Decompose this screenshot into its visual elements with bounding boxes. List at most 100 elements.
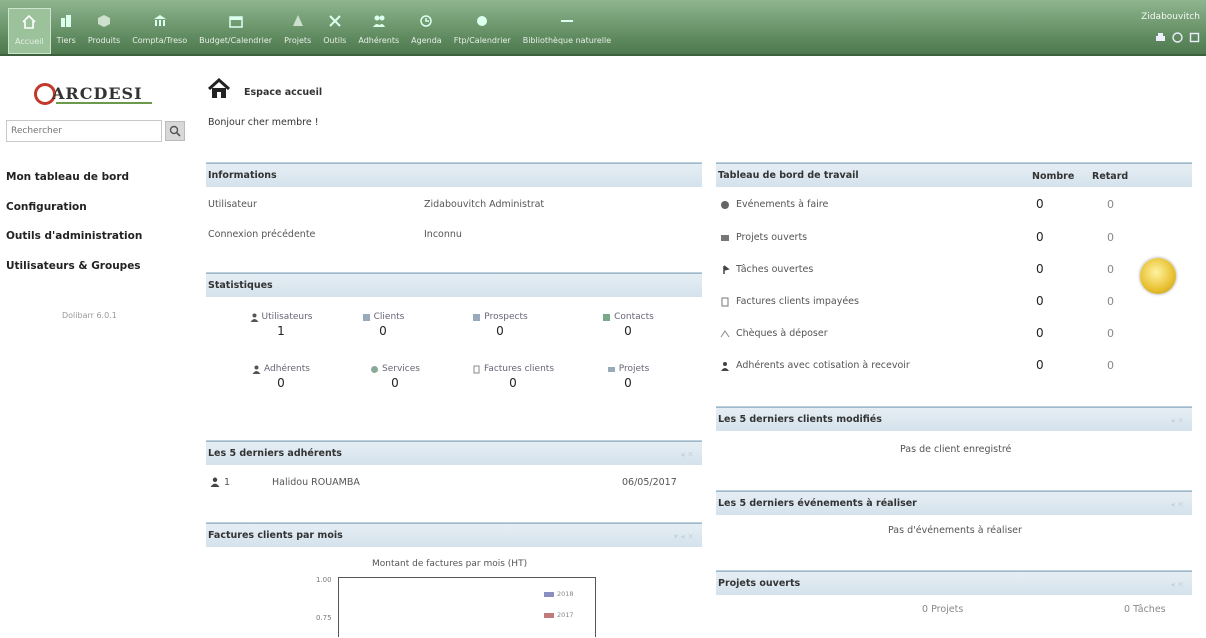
user-name[interactable]: Zidabouvitch bbox=[1141, 12, 1200, 22]
tb-row-factures[interactable]: Factures clients impayées 0 0 bbox=[720, 294, 1180, 312]
stat-factures-clients[interactable]: Factures clients 0 bbox=[468, 364, 558, 390]
evenements-box: Les 5 derniers événements à réaliser ◂ ✕ bbox=[716, 490, 1192, 515]
services-icon bbox=[371, 365, 379, 373]
home-icon bbox=[21, 13, 37, 31]
evenements-header: Les 5 derniers événements à réaliser ◂ ✕ bbox=[716, 491, 1192, 515]
informations-header: Informations bbox=[206, 163, 702, 187]
info-user-value: Zidabouvitch Administrat bbox=[424, 199, 545, 210]
search-button[interactable] bbox=[165, 121, 185, 141]
menu-item-bibliotheque[interactable]: Bibliothèque naturelle bbox=[517, 8, 617, 54]
tb-row-cheques[interactable]: Chèques à déposer 0 0 bbox=[720, 326, 1180, 344]
tb-label: Factures clients impayées bbox=[736, 296, 859, 307]
logout-icon[interactable] bbox=[1189, 32, 1200, 43]
adherents-header: Les 5 derniers adhérents ◂ ✕ bbox=[206, 441, 702, 465]
logo-text: ARCDESI bbox=[52, 84, 143, 103]
menu-label: Outils bbox=[323, 36, 347, 45]
stat-services[interactable]: Services 0 bbox=[350, 364, 440, 390]
statistiques-header: Statistiques bbox=[206, 273, 702, 297]
tb-retard: 0 bbox=[1107, 263, 1114, 276]
arcdesi-logo[interactable]: ARCDESI bbox=[34, 80, 164, 120]
box-controls[interactable]: ◂ ✕ bbox=[1170, 580, 1184, 589]
main-menu: Accueil Tiers Produits Compta/Treso Budg… bbox=[8, 8, 617, 54]
stat-clients[interactable]: Clients 0 bbox=[338, 312, 428, 338]
menu-item-projets[interactable]: Projets bbox=[278, 8, 317, 54]
legend-item: 2018 bbox=[544, 590, 574, 598]
chart-plot-area bbox=[338, 577, 596, 637]
menu-item-tiers[interactable]: Tiers bbox=[51, 8, 82, 54]
version-label: Dolibarr 6.0.1 bbox=[62, 311, 117, 320]
bank-icon bbox=[152, 12, 168, 30]
stat-label: Contacts bbox=[614, 312, 654, 322]
box-controls[interactable]: ◂ ✕ bbox=[1170, 500, 1184, 509]
tb-label: Tâches ouvertes bbox=[736, 264, 814, 275]
search-input[interactable] bbox=[6, 120, 162, 142]
box-title: Factures clients par mois bbox=[208, 530, 343, 541]
legend-label: 2017 bbox=[557, 611, 574, 619]
stat-utilisateurs[interactable]: Utilisateurs 1 bbox=[236, 312, 326, 338]
cheque-icon bbox=[720, 329, 730, 339]
tb-row-evenements[interactable]: Evénements à faire 0 0 bbox=[720, 197, 1180, 215]
stat-value: 0 bbox=[379, 324, 387, 338]
y-tick: 1.00 bbox=[316, 576, 332, 584]
taches-count[interactable]: 0 Tâches bbox=[1124, 604, 1166, 615]
user-box: Zidabouvitch bbox=[1141, 12, 1200, 43]
menu-item-ftp[interactable]: Ftp/Calendrier bbox=[448, 8, 517, 54]
tb-retard: 0 bbox=[1107, 327, 1114, 340]
task-icon bbox=[720, 265, 730, 275]
tb-row-projets[interactable]: Projets ouverts 0 0 bbox=[720, 230, 1180, 248]
help-icon[interactable] bbox=[1172, 32, 1183, 43]
tb-row-taches[interactable]: Tâches ouvertes 0 0 bbox=[720, 262, 1180, 280]
menu-item-accueil[interactable]: Accueil bbox=[8, 8, 51, 54]
home-icon bbox=[207, 77, 231, 100]
info-user-label: Utilisateur bbox=[208, 199, 257, 210]
clients-box: Les 5 derniers clients modifiés ◂ ✕ bbox=[716, 406, 1192, 431]
info-connexion-label: Connexion précédente bbox=[208, 229, 316, 240]
stat-label: Factures clients bbox=[483, 364, 555, 374]
nav-utilisateurs-groupes[interactable]: Utilisateurs & Groupes bbox=[6, 260, 141, 272]
stat-value: 0 bbox=[624, 376, 632, 390]
menu-item-adherents[interactable]: Adhérents bbox=[352, 8, 405, 54]
menu-item-budget[interactable]: Budget/Calendrier bbox=[193, 8, 278, 54]
box-controls[interactable]: ▾ ◂ ✕ bbox=[674, 532, 694, 541]
weather-sun-icon[interactable] bbox=[1140, 258, 1176, 294]
projets-count[interactable]: 0 Projets bbox=[922, 604, 963, 615]
project-icon bbox=[290, 12, 306, 30]
menu-label: Bibliothèque naturelle bbox=[522, 36, 612, 45]
members-icon bbox=[371, 12, 387, 30]
menu-item-agenda[interactable]: Agenda bbox=[405, 8, 448, 54]
box-controls[interactable]: ◂ ✕ bbox=[1170, 416, 1184, 425]
adherent-row-icon bbox=[210, 477, 220, 490]
projets-box: Projets ouverts ◂ ✕ bbox=[716, 570, 1192, 595]
y-tick: 0.75 bbox=[316, 614, 332, 622]
box-icon bbox=[96, 12, 112, 30]
nav-mon-tableau-de-bord[interactable]: Mon tableau de bord bbox=[6, 171, 129, 183]
stat-prospects[interactable]: Prospects 0 bbox=[455, 312, 545, 338]
invoice-icon bbox=[473, 365, 480, 373]
stat-contacts[interactable]: Contacts 0 bbox=[583, 312, 673, 338]
tableau-box: Tableau de bord de travail Nombre Retard bbox=[716, 162, 1192, 187]
col-nombre: Nombre bbox=[1032, 171, 1075, 182]
nav-outils-administration[interactable]: Outils d'administration bbox=[6, 230, 142, 242]
box-controls[interactable]: ◂ ✕ bbox=[680, 450, 694, 459]
tb-row-adherents[interactable]: Adhérents avec cotisation à recevoir 0 0 bbox=[720, 358, 1180, 376]
adherent-id[interactable]: 1 bbox=[224, 477, 230, 488]
menu-label: Tiers bbox=[56, 36, 76, 45]
stat-projets[interactable]: Projets 0 bbox=[583, 364, 673, 390]
stat-adherents[interactable]: Adhérents 0 bbox=[236, 364, 326, 390]
user-icons bbox=[1141, 32, 1200, 43]
nav-configuration[interactable]: Configuration bbox=[6, 201, 87, 213]
tb-nombre: 0 bbox=[1036, 326, 1044, 340]
stat-value: 0 bbox=[624, 324, 632, 338]
info-connexion-value: Inconnu bbox=[424, 229, 462, 240]
left-panel: ARCDESI Mon tableau de bord Configuratio… bbox=[0, 58, 196, 638]
tb-retard: 0 bbox=[1107, 198, 1114, 211]
clients-icon bbox=[362, 313, 370, 321]
legend-swatch bbox=[544, 591, 554, 597]
menu-item-compta[interactable]: Compta/Treso bbox=[126, 8, 193, 54]
box-title: Tableau de bord de travail bbox=[718, 170, 859, 181]
tb-label: Chèques à déposer bbox=[736, 328, 828, 339]
menu-item-produits[interactable]: Produits bbox=[82, 8, 126, 54]
clients-header: Les 5 derniers clients modifiés ◂ ✕ bbox=[716, 407, 1192, 431]
menu-item-outils[interactable]: Outils bbox=[317, 8, 352, 54]
print-icon[interactable] bbox=[1155, 32, 1166, 43]
